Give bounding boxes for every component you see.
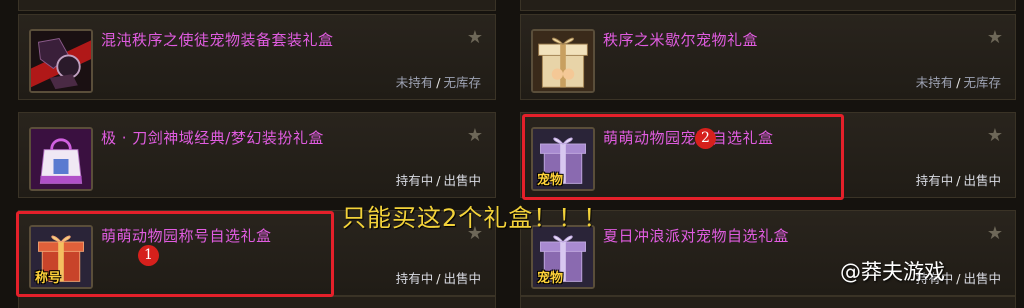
store-status: 无库存 [443, 75, 481, 90]
status-separator: / [436, 75, 441, 90]
partial-row-top-right [520, 0, 1016, 11]
status-separator: / [956, 271, 961, 286]
item-status: 未持有 / 无库存 [396, 75, 481, 90]
item-title: 秩序之米歇尔宠物礼盒 [603, 31, 759, 49]
watermark: @莽夫游戏 [840, 260, 945, 284]
pet-gift-box-icon: 宠物 [531, 225, 595, 289]
status-separator: / [956, 173, 961, 188]
store-status: 出售中 [963, 271, 1001, 286]
status-separator: / [436, 173, 441, 188]
favorite-star-icon[interactable]: ★ [987, 127, 1003, 145]
favorite-star-icon[interactable]: ★ [467, 127, 483, 145]
marker-1: 1 [138, 245, 159, 266]
status-separator: / [956, 75, 961, 90]
item-status: 持有中 / 出售中 [916, 173, 1001, 188]
marker-2: 2 [695, 128, 716, 149]
michelle-pet-box-icon [531, 29, 595, 93]
status-separator: / [436, 271, 441, 286]
own-status: 持有中 [395, 173, 434, 188]
item-card-chaos-gear[interactable]: 混沌秩序之使徒宠物装备套装礼盒 ★ 未持有 / 无库存 [18, 14, 496, 100]
highlight-box-zoo-pet [522, 114, 844, 200]
favorite-star-icon[interactable]: ★ [987, 29, 1003, 47]
item-status: 持有中 / 出售中 [396, 173, 481, 188]
partial-row-bottom-left [18, 296, 496, 308]
chaos-gear-icon [29, 29, 93, 93]
item-status: 持有中 / 出售中 [396, 271, 481, 286]
favorite-star-icon[interactable]: ★ [987, 225, 1003, 243]
item-title: 混沌秩序之使徒宠物装备套装礼盒 [101, 31, 334, 49]
own-status: 未持有 [915, 75, 954, 90]
highlight-box-zoo-title [16, 211, 334, 297]
store-status: 无库存 [963, 75, 1001, 90]
own-status: 未持有 [395, 75, 434, 90]
icon-category-badge: 宠物 [537, 271, 564, 286]
own-status: 持有中 [395, 271, 434, 286]
partial-row-bottom-right [520, 296, 1016, 308]
partial-row-top-left [18, 0, 496, 11]
annotation-text: 只能买这2个礼盒！！！ [342, 204, 609, 232]
store-status: 出售中 [443, 271, 481, 286]
favorite-star-icon[interactable]: ★ [467, 29, 483, 47]
item-card-sword-art-online[interactable]: 极 · 刀剑神域经典/梦幻装扮礼盒 ★ 持有中 / 出售中 [18, 112, 496, 198]
item-status: 未持有 / 无库存 [916, 75, 1001, 90]
item-title: 极 · 刀剑神域经典/梦幻装扮礼盒 [101, 129, 324, 147]
item-title: 夏日冲浪派对宠物自选礼盒 [603, 227, 790, 245]
store-status: 出售中 [963, 173, 1001, 188]
shopping-bag-icon [29, 127, 93, 191]
own-status: 持有中 [915, 173, 954, 188]
item-card-michelle-pet[interactable]: 秩序之米歇尔宠物礼盒 ★ 未持有 / 无库存 [520, 14, 1016, 100]
store-status: 出售中 [443, 173, 481, 188]
